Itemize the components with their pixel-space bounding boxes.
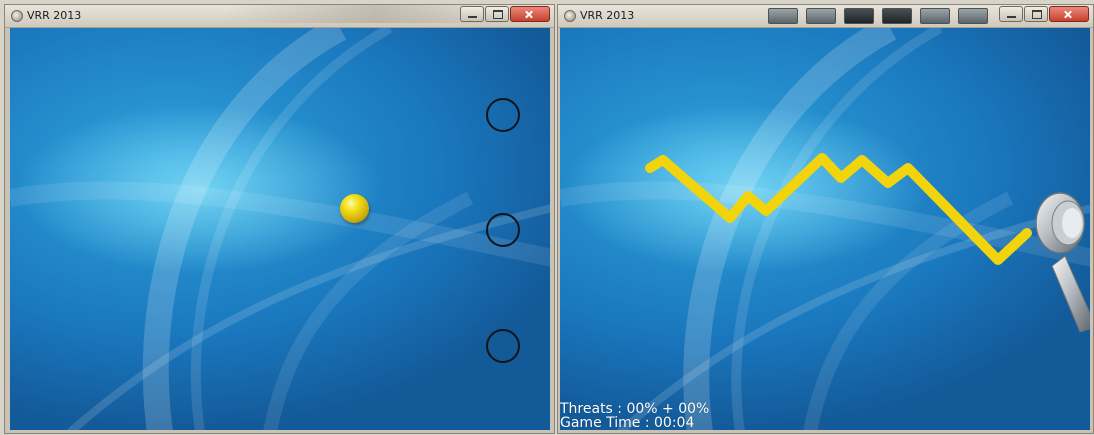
close-button[interactable]	[1049, 6, 1089, 22]
background-taskbar-thumbnails	[768, 8, 988, 24]
window-controls	[999, 6, 1089, 22]
app-icon	[11, 10, 23, 22]
tool-handle[interactable]	[560, 28, 1090, 430]
taskbar-thumbnail	[806, 8, 836, 24]
background-swoosh	[10, 28, 550, 430]
threats-readout: Threats : 00% + 00%	[560, 401, 710, 417]
taskbar-thumbnail	[882, 8, 912, 24]
target-ring-top[interactable]	[486, 98, 520, 132]
minimize-button[interactable]	[460, 6, 484, 22]
taskbar-thumbnail	[920, 8, 950, 24]
left-game-window: VRR 2013	[4, 4, 555, 434]
maximize-button[interactable]	[485, 6, 509, 22]
target-ring-bottom[interactable]	[486, 329, 520, 363]
minimize-button[interactable]	[999, 6, 1023, 22]
maximize-button[interactable]	[1024, 6, 1048, 22]
window-controls	[460, 6, 550, 22]
right-game-window: VRR 2013 Threats: 00% + 00% Game Time:…	[557, 4, 1094, 434]
game-time-readout: Game Time : 00:04	[560, 415, 695, 430]
hud: Threats : 00% + 00% Game Time : 00:04	[560, 402, 709, 430]
yellow-ball[interactable]	[340, 194, 369, 223]
taskbar-thumbnail	[844, 8, 874, 24]
taskbar-thumbnail	[768, 8, 798, 24]
window-title: VRR 2013	[580, 9, 635, 22]
title-bar[interactable]: VRR 2013	[5, 5, 554, 28]
app-icon	[564, 10, 576, 22]
game-viewport-left[interactable]	[10, 28, 550, 430]
window-title: VRR 2013	[27, 9, 82, 22]
close-button[interactable]	[510, 6, 550, 22]
title-bar[interactable]: VRR 2013	[558, 5, 1093, 28]
taskbar-thumbnail	[958, 8, 988, 24]
game-viewport-right[interactable]: Threats : 00% + 00% Game Time : 00:04	[560, 28, 1090, 430]
target-ring-middle[interactable]	[486, 213, 520, 247]
